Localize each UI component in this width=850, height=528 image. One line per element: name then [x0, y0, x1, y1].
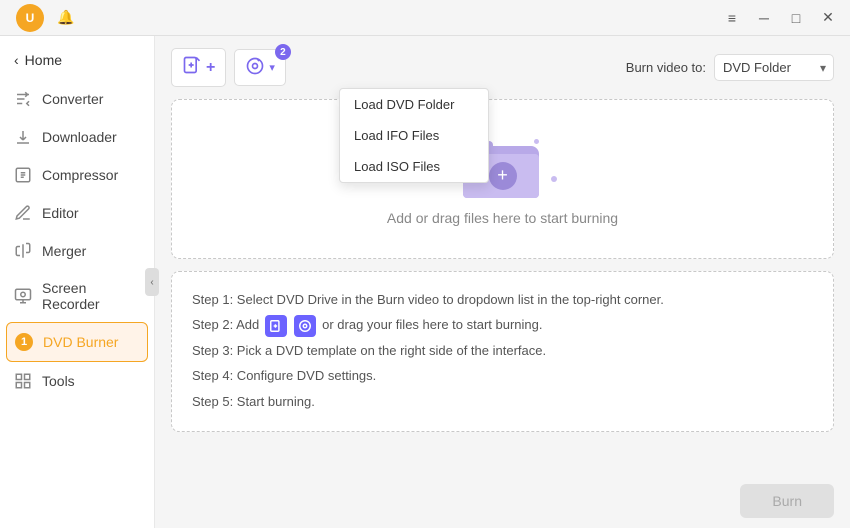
screen-recorder-icon [14, 287, 32, 305]
burn-to-select[interactable]: DVD Folder DVD Disc ISO File [714, 54, 834, 81]
collapse-sidebar-handle[interactable]: ‹ [145, 268, 159, 296]
sidebar-item-compressor[interactable]: Compressor [0, 156, 154, 194]
sidebar: ‹ Home Converter Downloader Compressor [0, 36, 155, 528]
dvd-badge-2: 2 [275, 44, 291, 60]
sidebar-item-screen-recorder[interactable]: Screen Recorder [0, 270, 154, 322]
sidebar-item-label: Tools [42, 373, 75, 389]
add-files-plus: + [206, 59, 215, 77]
content-area: + ▾ 2 Load DVD Folder Load IFO Files Loa… [155, 36, 850, 474]
bottom-bar: Burn [155, 474, 850, 528]
sidebar-item-label: DVD Burner [43, 334, 118, 350]
dvd-button-icon [245, 56, 265, 79]
add-files-button[interactable]: + [171, 48, 226, 87]
title-bar: U 🔔 ≡ ─ □ ✕ [0, 0, 850, 36]
notification-icon[interactable]: 🔔 [52, 4, 80, 32]
sidebar-item-dvd-burner[interactable]: 1 DVD Burner [6, 322, 148, 362]
add-files-icon [182, 55, 202, 80]
dropdown-item-ifo-files[interactable]: Load IFO Files [340, 120, 488, 151]
dropdown-item-iso-files[interactable]: Load ISO Files [340, 151, 488, 182]
back-arrow-icon: ‹ [14, 52, 19, 68]
dropdown-menu: Load DVD Folder Load IFO Files Load ISO … [339, 88, 489, 183]
main-layout: ‹ Home Converter Downloader Compressor [0, 36, 850, 528]
sidebar-item-editor[interactable]: Editor [0, 194, 154, 232]
burn-to-section: Burn video to: DVD Folder DVD Disc ISO F… [626, 54, 834, 81]
burn-to-label: Burn video to: [626, 60, 706, 75]
sidebar-item-downloader[interactable]: Downloader [0, 118, 154, 156]
burn-to-select-wrapper[interactable]: DVD Folder DVD Disc ISO File [714, 54, 834, 81]
sidebar-item-label: Screen Recorder [42, 280, 140, 312]
inline-add-icon [265, 315, 287, 337]
step2-text: Step 2: Add or drag your files here to s… [192, 313, 813, 337]
dvd-dropdown-arrow: ▾ [269, 61, 275, 74]
downloader-icon [14, 128, 32, 146]
drop-zone-text: Add or drag files here to start burning [387, 210, 618, 226]
sidebar-item-label: Merger [42, 243, 86, 259]
step5-text: Step 5: Start burning. [192, 390, 813, 413]
maximize-button[interactable]: □ [782, 4, 810, 32]
dropdown-item-dvd-folder[interactable]: Load DVD Folder [340, 89, 488, 120]
app-icon: U [16, 4, 44, 32]
sidebar-item-merger[interactable]: Merger [0, 232, 154, 270]
sidebar-item-tools[interactable]: Tools [0, 362, 154, 400]
step1-text: Step 1: Select DVD Drive in the Burn vid… [192, 288, 813, 311]
compressor-icon [14, 166, 32, 184]
sidebar-item-label: Downloader [42, 129, 117, 145]
tools-icon [14, 372, 32, 390]
sidebar-item-label: Editor [42, 205, 79, 221]
step4-text: Step 4: Configure DVD settings. [192, 364, 813, 387]
step3-text: Step 3: Pick a DVD template on the right… [192, 339, 813, 362]
sidebar-item-label: Compressor [42, 167, 118, 183]
sidebar-item-converter[interactable]: Converter [0, 80, 154, 118]
title-bar-app-icons: U 🔔 [16, 4, 80, 32]
add-dvd-button[interactable]: ▾ 2 [234, 49, 286, 86]
toolbar: + ▾ 2 Load DVD Folder Load IFO Files Loa… [171, 48, 834, 87]
sidebar-item-label: Converter [42, 91, 103, 107]
inline-dvd-icon [294, 315, 316, 337]
back-button[interactable]: ‹ Home [0, 44, 154, 76]
menu-icon[interactable]: ≡ [718, 4, 746, 32]
minimize-button[interactable]: ─ [750, 4, 778, 32]
editor-icon [14, 204, 32, 222]
instructions-panel: Step 1: Select DVD Drive in the Burn vid… [171, 271, 834, 432]
converter-icon [14, 90, 32, 108]
sidebar-badge-1: 1 [15, 333, 33, 351]
merger-icon [14, 242, 32, 260]
home-label: Home [25, 52, 62, 68]
burn-button[interactable]: Burn [740, 484, 834, 518]
close-button[interactable]: ✕ [814, 4, 842, 32]
drop-zone[interactable]: + Add or drag files here to start burnin… [171, 99, 834, 259]
